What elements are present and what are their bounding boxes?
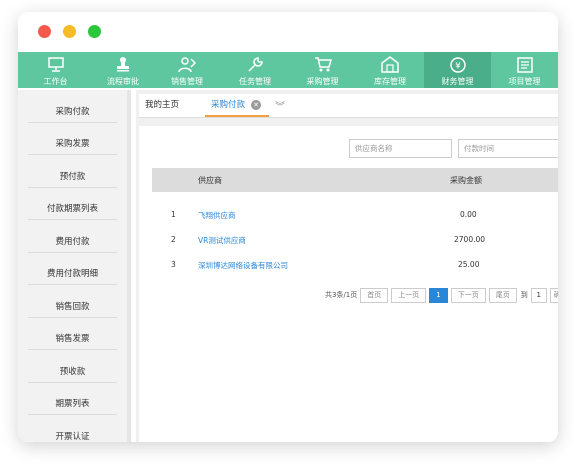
sidebar-item-payment-note-list[interactable]: 付款期票列表 — [28, 188, 117, 220]
sidebar-item-advance-receipt[interactable]: 预收款 — [28, 350, 117, 383]
clipboard-icon — [516, 57, 533, 73]
close-icon[interactable]: ✕ — [251, 100, 261, 110]
stamp-icon — [117, 57, 129, 72]
chevron-double-down-icon[interactable]: ︾ — [275, 98, 285, 113]
supplier-link[interactable]: VR测试供应商 — [198, 235, 246, 246]
maximize-window-button[interactable] — [88, 25, 101, 38]
content-area: 供应商名称 付款时间 供应商 采购金额 1 飞翔供应商 0.00 2 VR测试供… — [139, 126, 558, 442]
title-bar — [18, 12, 558, 52]
nav-label: 财务管理 — [441, 77, 474, 86]
close-window-button[interactable] — [38, 25, 51, 38]
supplier-link[interactable]: 深圳博达网络设备有限公司 — [198, 260, 288, 271]
pagination: 共3条/1页 首页 上一页 1 下一页 尾页 到 1 确 — [325, 287, 558, 303]
nav-item-sales[interactable]: 销售管理 — [153, 52, 221, 88]
table-row: 2 VR测试供应商 2700.00 — [152, 227, 558, 252]
sales-person-icon — [178, 57, 196, 73]
table-row: 3 深圳博达网络设备有限公司 25.00 — [152, 252, 558, 277]
supplier-link[interactable]: 飞翔供应商 — [198, 210, 236, 221]
app-window: 工作台 流程审批 销售管理 任务管理 采购管理 库存管理 ¥ 财务管理 项目管理 — [18, 12, 558, 442]
nav-item-workbench[interactable]: 工作台 — [18, 52, 93, 88]
top-navigation: 工作台 流程审批 销售管理 任务管理 采购管理 库存管理 ¥ 财务管理 项目管理 — [18, 52, 558, 88]
nav-label: 任务管理 — [239, 77, 271, 86]
sidebar-item-sales-collection[interactable]: 销售回款 — [28, 285, 117, 318]
nav-label: 流程审批 — [107, 77, 139, 86]
row-index: 3 — [171, 260, 176, 269]
sidebar-item-expense-payment-detail[interactable]: 费用付款明细 — [28, 253, 117, 285]
row-index: 2 — [171, 235, 176, 244]
sidebar-item-invoice-certification[interactable]: 开票认证 — [28, 415, 117, 442]
tab-bar: 我的主页 采购付款 ✕ ︾ — [139, 94, 558, 118]
sidebar-item-sales-invoice[interactable]: 销售发票 — [28, 318, 117, 350]
nav-item-inventory[interactable]: 库存管理 — [356, 52, 424, 88]
sidebar-item-purchase-invoice[interactable]: 采购发票 — [28, 123, 117, 155]
monitor-icon — [47, 57, 64, 72]
amount-cell: 25.00 — [458, 260, 480, 269]
cart-icon — [314, 57, 332, 72]
sidebar-item-purchase-payment[interactable]: 采购付款 — [28, 90, 117, 123]
minimize-window-button[interactable] — [63, 25, 76, 38]
nav-item-finance[interactable]: ¥ 财务管理 — [424, 52, 491, 88]
nav-label: 采购管理 — [306, 77, 339, 86]
sidebar-item-note-list[interactable]: 期票列表 — [28, 383, 117, 415]
goto-label: 到 — [520, 291, 528, 299]
warehouse-icon — [381, 56, 399, 73]
main-panel: 我的主页 采购付款 ✕ ︾ 供应商名称 付款时间 供应商 采购金额 1 飞翔供应… — [136, 90, 558, 442]
nav-item-approval[interactable]: 流程审批 — [93, 52, 153, 88]
nav-label: 销售管理 — [171, 77, 203, 86]
tab-home[interactable]: 我的主页 — [145, 94, 179, 117]
table-row: 1 飞翔供应商 0.00 — [152, 202, 558, 227]
nav-item-projects[interactable]: 项目管理 — [491, 52, 558, 88]
first-page-button[interactable]: 首页 — [360, 287, 389, 303]
goto-confirm-button[interactable]: 确 — [549, 287, 558, 303]
tab-label: 采购付款 — [211, 100, 246, 110]
amount-cell: 0.00 — [460, 210, 477, 219]
money-bag-icon: ¥ — [449, 57, 466, 73]
goto-page-input[interactable]: 1 — [530, 287, 547, 303]
svg-text:¥: ¥ — [455, 62, 461, 72]
pagination-summary: 共3条/1页 — [325, 291, 358, 299]
column-header-amount: 采购金额 — [450, 176, 482, 185]
nav-label: 工作台 — [43, 77, 68, 86]
sidebar: 采购付款 采购发票 预付款 付款期票列表 费用付款 费用付款明细 销售回款 销售… — [18, 90, 131, 442]
tab-purchase-payment[interactable]: 采购付款 ✕ — [205, 94, 269, 117]
current-page-button[interactable]: 1 — [429, 287, 448, 303]
supplier-name-input[interactable]: 供应商名称 — [349, 139, 452, 158]
row-index: 1 — [171, 210, 176, 219]
last-page-button[interactable]: 尾页 — [488, 287, 517, 303]
column-header-supplier: 供应商 — [198, 176, 222, 185]
sidebar-item-prepayment[interactable]: 预付款 — [28, 155, 117, 188]
nav-label: 库存管理 — [374, 77, 406, 86]
nav-item-purchase[interactable]: 采购管理 — [289, 52, 356, 88]
prev-page-button[interactable]: 上一页 — [391, 287, 427, 303]
next-page-button[interactable]: 下一页 — [450, 287, 486, 303]
amount-cell: 2700.00 — [454, 235, 486, 244]
wrench-icon — [248, 57, 263, 72]
sidebar-item-expense-payment[interactable]: 费用付款 — [28, 220, 117, 253]
nav-label: 项目管理 — [508, 77, 541, 86]
table-header: 供应商 采购金额 — [152, 168, 558, 192]
nav-item-tasks[interactable]: 任务管理 — [221, 52, 289, 88]
payment-time-input[interactable]: 付款时间 — [458, 139, 558, 158]
